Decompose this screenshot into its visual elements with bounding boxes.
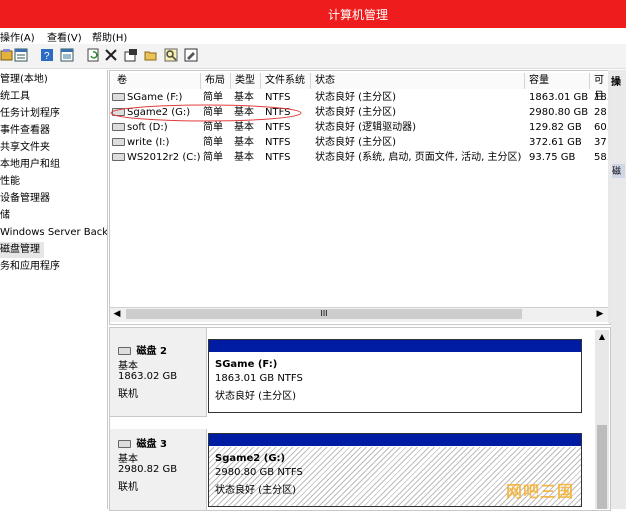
partition-status: 状态良好 (主分区) (215, 485, 296, 496)
scroll-left-icon[interactable]: ◀ (111, 308, 123, 320)
refresh-icon[interactable] (86, 48, 100, 62)
edit-icon[interactable] (184, 48, 198, 62)
partition-header-bar (209, 340, 581, 352)
layout-cell: 简单 (203, 152, 223, 163)
toolbar: ? (0, 44, 626, 69)
menu-bar: 操作(A) 查看(V) 帮助(H) (0, 28, 626, 44)
actions-pane: 操 磁 (611, 70, 626, 509)
disk-state: 联机 (118, 482, 138, 493)
column-header-filesystem[interactable]: 文件系统 (261, 73, 311, 89)
type-cell: 基本 (234, 137, 254, 148)
delete-icon[interactable] (104, 48, 118, 62)
disk-icon (118, 347, 131, 355)
tree-item-disk-management[interactable]: 磁盘管理 (0, 242, 44, 258)
properties-icon[interactable] (124, 48, 138, 62)
capacity-cell: 129.82 GB (529, 122, 582, 133)
disk-3-info[interactable]: 磁盘 3 基本 2980.82 GB 联机 (110, 429, 207, 510)
column-header-status[interactable]: 状态 (311, 73, 525, 89)
column-header-capacity[interactable]: 容量 (525, 73, 590, 89)
disk-area-scroll-thumb[interactable] (597, 425, 607, 509)
disk-title: 磁盘 2 (118, 342, 167, 357)
partition-label: Sgame2 (G:) (215, 453, 286, 464)
status-cell: 状态良好 (主分区) (315, 92, 396, 103)
horizontal-scroll-thumb[interactable]: III (126, 309, 522, 319)
disk-kind: 基本 (118, 454, 138, 465)
status-cell: 状态良好 (主分区) (315, 137, 396, 148)
window-title: 计算机管理 (327, 8, 388, 22)
status-cell: 状态良好 (系统, 启动, 页面文件, 活动, 主分区) (315, 152, 522, 163)
volume-name-cell: write (I:) (112, 136, 200, 150)
tree-item-performance[interactable]: 性能 (0, 174, 20, 190)
disk-size: 2980.82 GB (118, 464, 178, 475)
menu-view[interactable]: 查看(V) (47, 29, 82, 44)
tree-item-storage[interactable]: 储 (0, 208, 10, 224)
type-cell: 基本 (234, 152, 254, 163)
tree-item-services-applications[interactable]: 务和应用程序 (0, 259, 60, 275)
capacity-cell: 93.75 GB (529, 152, 576, 163)
tree-item-local-users-groups[interactable]: 本地用户和组 (0, 157, 60, 173)
menu-action[interactable]: 操作(A) (0, 29, 35, 44)
column-header-layout[interactable]: 布局 (201, 73, 231, 89)
tree-item-task-scheduler[interactable]: 任务计划程序 (0, 106, 60, 122)
title-bar: 计算机管理 (0, 0, 626, 28)
partition-sgame-f[interactable]: SGame (F:) 1863.01 GB NTFS 状态良好 (主分区) (208, 339, 582, 413)
help-icon[interactable]: ? (40, 48, 54, 62)
drive-icon (112, 138, 125, 146)
partition-header-bar (209, 434, 581, 446)
volume-name-cell: WS2012r2 (C:) (112, 151, 200, 165)
actions-header: 操 (611, 77, 621, 87)
drive-icon (112, 123, 125, 131)
drive-icon (112, 93, 125, 101)
partition-label: SGame (F:) (215, 359, 278, 370)
filesystem-cell: NTFS (265, 152, 291, 163)
tree-item-system-tools[interactable]: 统工具 (0, 89, 30, 105)
app-icon[interactable] (0, 48, 14, 62)
filesystem-cell: NTFS (265, 137, 291, 148)
tree-item-device-manager[interactable]: 设备管理器 (0, 191, 50, 207)
open-folder-icon[interactable] (144, 48, 158, 62)
details-view-icon[interactable] (14, 48, 28, 62)
disk-kind: 基本 (118, 361, 138, 372)
capacity-cell: 1863.01 GB (529, 92, 589, 103)
partition-fs: 2980.80 GB NTFS (215, 467, 303, 478)
actions-item-disk[interactable]: 磁 (612, 164, 625, 178)
svg-text:?: ? (44, 51, 50, 62)
status-cell: 状态良好 (主分区) (315, 107, 396, 118)
tree-item-event-viewer[interactable]: 事件查看器 (0, 123, 50, 139)
menu-help[interactable]: 帮助(H) (92, 29, 127, 44)
capacity-cell: 372.61 GB (529, 137, 582, 148)
scroll-right-icon[interactable]: ▶ (594, 308, 606, 320)
tree-item-shared-folders[interactable]: 共享文件夹 (0, 140, 50, 156)
disk-2-info[interactable]: 磁盘 2 基本 1863.02 GB 联机 (110, 328, 207, 417)
disk-size: 1863.02 GB (118, 371, 178, 382)
partition-fs: 1863.01 GB NTFS (215, 373, 303, 384)
scroll-up-icon[interactable]: ▲ (597, 332, 607, 342)
column-header-volume[interactable]: 卷 (113, 73, 201, 89)
partition-status: 状态良好 (主分区) (215, 391, 296, 402)
highlight-ellipse (110, 104, 302, 122)
console-icon[interactable] (60, 48, 74, 62)
navigation-tree: 管理(本地) 统工具 任务计划程序 事件查看器 共享文件夹 本地用户和组 性能 … (0, 70, 108, 509)
disk-title: 磁盘 3 (118, 435, 167, 450)
scroll-thumb-grip: III (320, 309, 328, 318)
column-header-type[interactable]: 类型 (231, 73, 261, 89)
capacity-cell: 2980.80 GB (529, 107, 589, 118)
search-icon[interactable] (164, 48, 178, 62)
disk-icon (118, 440, 131, 448)
watermark-logo: 网吧三国 (506, 482, 575, 501)
tree-item-windows-server-backup[interactable]: Windows Server Back (0, 225, 107, 241)
partition-body: SGame (F:) 1863.01 GB NTFS 状态良好 (主分区) (209, 353, 581, 412)
status-cell: 状态良好 (逻辑驱动器) (315, 122, 416, 133)
tree-item-computer-management[interactable]: 管理(本地) (0, 72, 48, 88)
disk-state: 联机 (118, 389, 138, 400)
layout-cell: 简单 (203, 137, 223, 148)
drive-icon (112, 153, 125, 161)
